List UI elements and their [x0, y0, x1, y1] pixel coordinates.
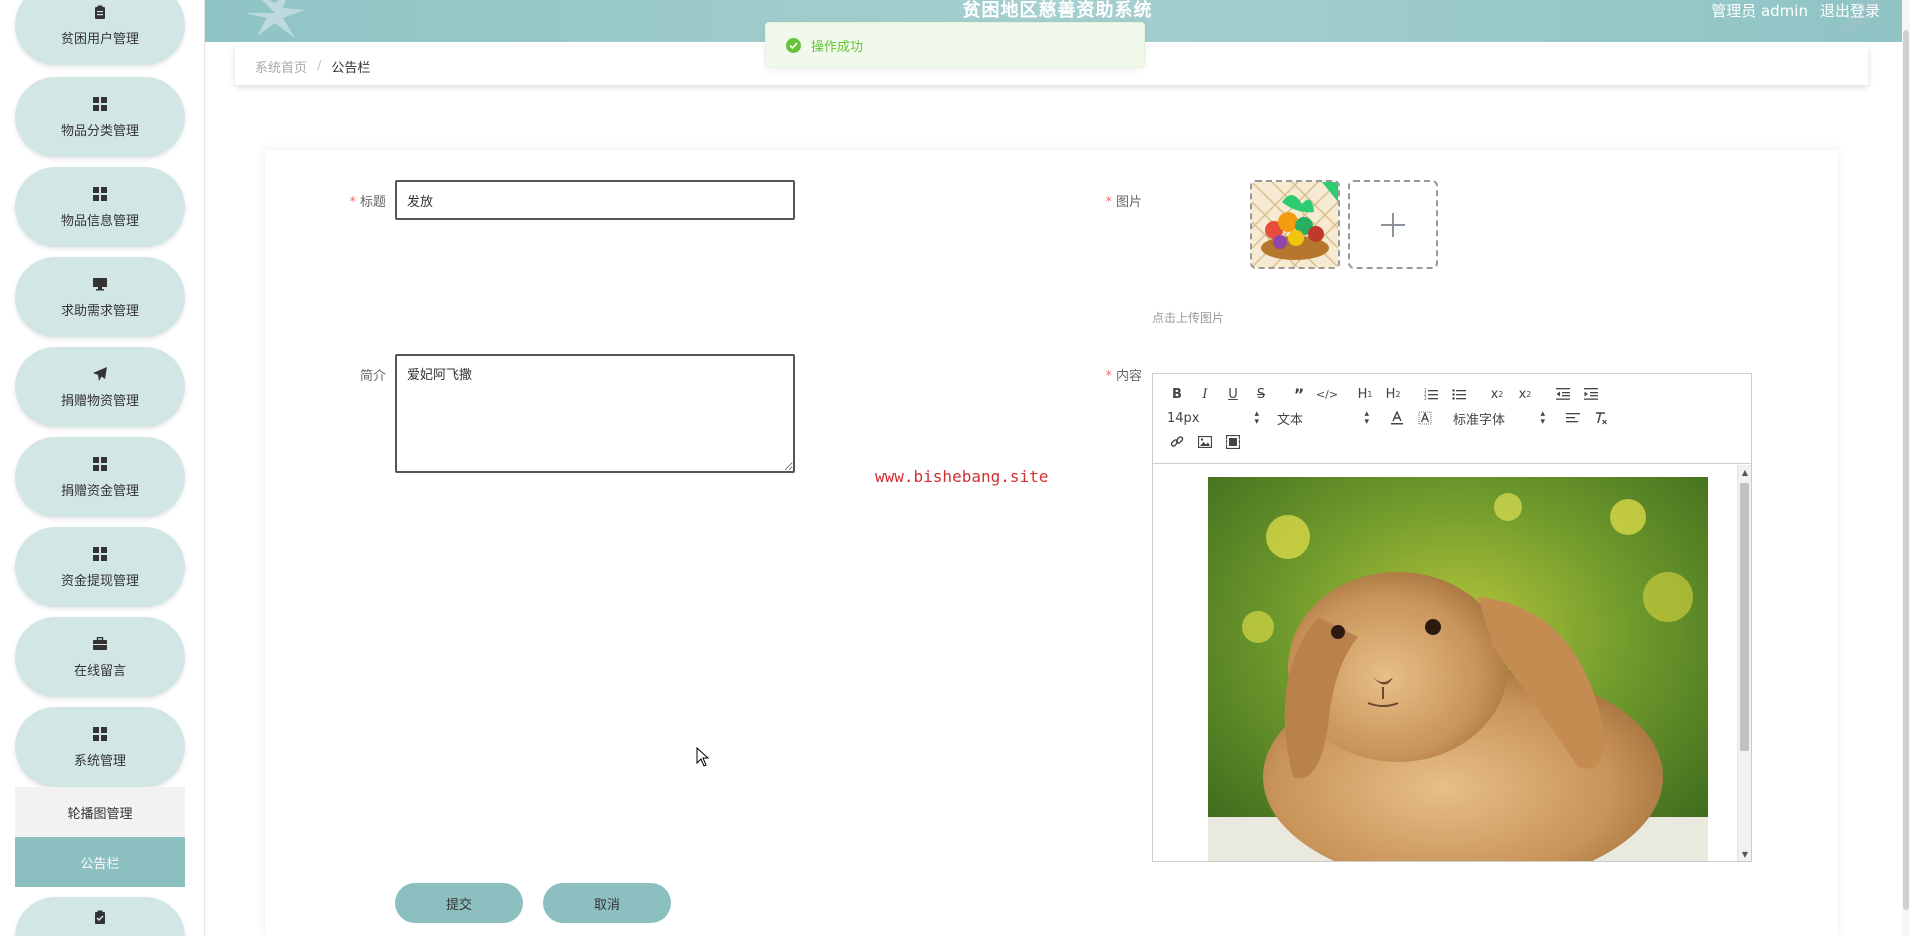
- code-block-icon[interactable]: </>: [1313, 382, 1341, 406]
- watermark-text: www.bishebang.site: [875, 467, 1049, 486]
- header-select[interactable]: 文本 ▴ ▾: [1273, 406, 1373, 430]
- sidebar-item-label: 资金提现管理: [60, 573, 139, 589]
- underline-icon[interactable]: U: [1219, 382, 1247, 406]
- logout-link[interactable]: 退出登录: [1820, 0, 1880, 22]
- sidebar-item-label: 求助需求管理: [60, 303, 139, 319]
- header-select-value: 文本: [1277, 412, 1304, 428]
- sidebar-item-label: 捐赠物资管理: [60, 393, 139, 409]
- editor-toolbar: B I U S ” </> H1 H2 123 x2 x2 14px ▴ ▾ 文…: [1153, 374, 1751, 464]
- sidebar-item-donated-funds[interactable]: 捐赠资金管理: [15, 437, 185, 517]
- indent-icon[interactable]: [1577, 382, 1605, 406]
- check-circle-icon: [786, 37, 801, 53]
- heading-1-icon[interactable]: H1: [1351, 382, 1379, 406]
- sidebar-item-label: 贫困用户管理: [60, 31, 139, 47]
- sidebar-item-poor-users[interactable]: 贫困用户管理: [15, 0, 185, 65]
- sidebar-subitem-notice[interactable]: 公告栏: [15, 837, 185, 887]
- upload-hint: 点击上传图片: [1152, 311, 1225, 325]
- breadcrumb-separator: /: [317, 58, 322, 74]
- video-icon[interactable]: [1219, 430, 1247, 454]
- cancel-button[interactable]: 取消: [543, 883, 671, 923]
- font-size-select[interactable]: 14px ▴ ▾: [1163, 406, 1263, 430]
- sidebar-item-messages[interactable]: 在线留言: [15, 617, 185, 697]
- title-label: * 标题: [349, 195, 386, 210]
- font-size-value: 14px: [1167, 410, 1200, 426]
- sidebar-item-help-requests[interactable]: 求助需求管理: [15, 257, 185, 337]
- font-family-value: 标准字体: [1453, 412, 1506, 428]
- sidebar-item-system[interactable]: 系统管理: [15, 707, 185, 787]
- scroll-down-icon[interactable]: ▼: [1738, 847, 1751, 861]
- clear-format-icon[interactable]: [1587, 406, 1615, 430]
- toast-message: 操作成功: [811, 39, 864, 55]
- grid-icon: [92, 456, 108, 472]
- monitor-icon: [92, 276, 108, 292]
- strikethrough-icon[interactable]: S: [1247, 382, 1275, 406]
- sidebar-item-label: 捐赠资金管理: [60, 483, 139, 499]
- clipboard-check-icon: [92, 909, 108, 925]
- intro-textarea[interactable]: 爱妃阿飞撒: [395, 354, 795, 473]
- scroll-up-icon[interactable]: ▲: [1738, 465, 1751, 479]
- breadcrumb-home[interactable]: 系统首页: [255, 57, 307, 76]
- page-scrollbar[interactable]: [1902, 0, 1910, 936]
- rabbit-image: [1208, 477, 1708, 861]
- success-toast: 操作成功: [765, 22, 1145, 68]
- sidebar-item-label: 在线留言: [73, 663, 126, 679]
- vegetable-basket-image: [1252, 182, 1338, 267]
- align-icon[interactable]: [1559, 406, 1587, 430]
- uploaded-image-thumbnail[interactable]: [1250, 180, 1340, 269]
- select-arrows-icon: ▴ ▾: [1364, 409, 1369, 427]
- select-arrows-icon: ▴ ▾: [1254, 409, 1259, 427]
- font-family-select[interactable]: 标准字体 ▴ ▾: [1449, 406, 1549, 430]
- bold-icon[interactable]: B: [1163, 382, 1191, 406]
- superscript-icon[interactable]: x2: [1511, 382, 1539, 406]
- briefcase-icon: [92, 636, 108, 652]
- select-arrows-icon: ▴ ▾: [1540, 409, 1545, 427]
- sidebar-item-donated-goods[interactable]: 捐赠物资管理: [15, 347, 185, 427]
- sidebar-item-more[interactable]: [15, 897, 185, 936]
- sidebar-item-goods[interactable]: 物品信息管理: [15, 167, 185, 247]
- sidebar-item-label: 物品信息管理: [60, 213, 139, 229]
- intro-label: 简介: [359, 369, 386, 384]
- user-label: 管理员 admin: [1711, 2, 1808, 20]
- plus-icon: [1381, 212, 1405, 237]
- grid-icon: [92, 726, 108, 742]
- editor-scrollbar[interactable]: ▲ ▼: [1737, 465, 1751, 861]
- font-color-icon[interactable]: [1383, 406, 1411, 430]
- sidebar-item-category[interactable]: 物品分类管理: [15, 77, 185, 157]
- svg-text:3: 3: [1424, 396, 1427, 400]
- image-icon[interactable]: [1191, 430, 1219, 454]
- image-label: * 图片: [1105, 195, 1142, 210]
- sidebar-item-withdrawals[interactable]: 资金提现管理: [15, 527, 185, 607]
- blockquote-icon[interactable]: ”: [1285, 382, 1313, 406]
- editor-content-area[interactable]: ▲ ▼: [1153, 465, 1751, 861]
- sidebar-item-label: 系统管理: [73, 753, 126, 769]
- italic-icon[interactable]: I: [1191, 382, 1219, 406]
- user-area: 管理员 admin 退出登录: [1711, 0, 1880, 22]
- sidebar: 贫困用户管理 物品分类管理 物品信息管理 求助需求管理 捐赠物资管理 捐赠资金管…: [0, 0, 205, 936]
- grid-icon: [92, 546, 108, 562]
- rich-text-editor[interactable]: B I U S ” </> H1 H2 123 x2 x2 14px ▴ ▾ 文…: [1152, 373, 1752, 862]
- background-color-icon[interactable]: [1411, 406, 1439, 430]
- mouse-cursor-icon: [696, 747, 710, 767]
- subscript-icon[interactable]: x2: [1483, 382, 1511, 406]
- clipboard-icon: [92, 4, 108, 20]
- grid-icon: [92, 96, 108, 112]
- sidebar-item-label: 物品分类管理: [60, 123, 139, 139]
- upload-image-button[interactable]: [1348, 180, 1438, 269]
- grid-icon: [92, 186, 108, 202]
- outdent-icon[interactable]: [1549, 382, 1577, 406]
- content-label: * 内容: [1105, 369, 1142, 384]
- bullet-list-icon[interactable]: [1445, 382, 1473, 406]
- link-icon[interactable]: [1163, 430, 1191, 454]
- sidebar-subitem-carousel[interactable]: 轮播图管理: [15, 787, 185, 837]
- paper-plane-icon: [92, 366, 108, 382]
- title-input[interactable]: [395, 180, 795, 220]
- app-title: 贫困地区慈善资助系统: [962, 0, 1153, 21]
- submit-button[interactable]: 提交: [395, 883, 523, 923]
- heading-2-icon[interactable]: H2: [1379, 382, 1407, 406]
- ordered-list-icon[interactable]: 123: [1417, 382, 1445, 406]
- breadcrumb-current: 公告栏: [331, 60, 371, 76]
